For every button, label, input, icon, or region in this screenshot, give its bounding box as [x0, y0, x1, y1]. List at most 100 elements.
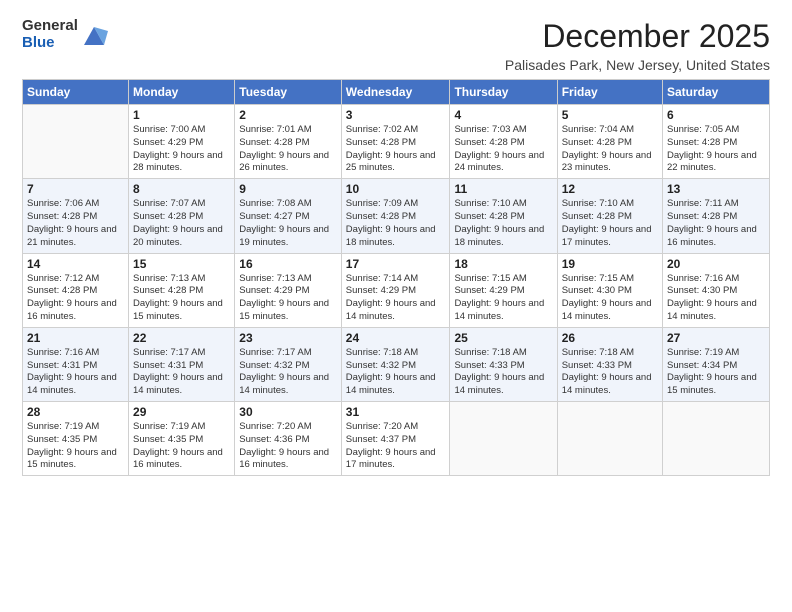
table-row: 17 Sunrise: 7:14 AMSunset: 4:29 PMDaylig… [341, 253, 450, 327]
day-number: 28 [27, 405, 124, 419]
day-info: Sunrise: 7:10 AMSunset: 4:28 PMDaylight:… [454, 198, 552, 249]
calendar-week-row: 21 Sunrise: 7:16 AMSunset: 4:31 PMDaylig… [23, 327, 770, 401]
table-row: 18 Sunrise: 7:15 AMSunset: 4:29 PMDaylig… [450, 253, 557, 327]
day-number: 4 [454, 108, 552, 122]
table-row: 29 Sunrise: 7:19 AMSunset: 4:35 PMDaylig… [129, 402, 235, 476]
day-info: Sunrise: 7:18 AMSunset: 4:33 PMDaylight:… [562, 347, 658, 398]
day-info: Sunrise: 7:15 AMSunset: 4:29 PMDaylight:… [454, 273, 552, 324]
table-row: 9 Sunrise: 7:08 AMSunset: 4:27 PMDayligh… [235, 179, 342, 253]
day-info: Sunrise: 7:16 AMSunset: 4:30 PMDaylight:… [667, 273, 765, 324]
day-number: 14 [27, 257, 124, 271]
day-number: 22 [133, 331, 230, 345]
table-row: 12 Sunrise: 7:10 AMSunset: 4:28 PMDaylig… [557, 179, 662, 253]
day-number: 1 [133, 108, 230, 122]
table-row: 24 Sunrise: 7:18 AMSunset: 4:32 PMDaylig… [341, 327, 450, 401]
table-row: 11 Sunrise: 7:10 AMSunset: 4:28 PMDaylig… [450, 179, 557, 253]
table-row: 7 Sunrise: 7:06 AMSunset: 4:28 PMDayligh… [23, 179, 129, 253]
table-row: 27 Sunrise: 7:19 AMSunset: 4:34 PMDaylig… [663, 327, 770, 401]
day-info: Sunrise: 7:18 AMSunset: 4:33 PMDaylight:… [454, 347, 552, 398]
day-info: Sunrise: 7:06 AMSunset: 4:28 PMDaylight:… [27, 198, 124, 249]
day-info: Sunrise: 7:19 AMSunset: 4:35 PMDaylight:… [27, 421, 124, 472]
table-row: 23 Sunrise: 7:17 AMSunset: 4:32 PMDaylig… [235, 327, 342, 401]
day-number: 6 [667, 108, 765, 122]
day-info: Sunrise: 7:14 AMSunset: 4:29 PMDaylight:… [346, 273, 446, 324]
day-info: Sunrise: 7:00 AMSunset: 4:29 PMDaylight:… [133, 124, 230, 175]
day-number: 12 [562, 182, 658, 196]
table-row: 2 Sunrise: 7:01 AMSunset: 4:28 PMDayligh… [235, 105, 342, 179]
col-thursday: Thursday [450, 80, 557, 105]
day-number: 15 [133, 257, 230, 271]
day-number: 9 [239, 182, 337, 196]
month-title: December 2025 [505, 18, 770, 55]
day-number: 18 [454, 257, 552, 271]
table-row: 19 Sunrise: 7:15 AMSunset: 4:30 PMDaylig… [557, 253, 662, 327]
table-row [23, 105, 129, 179]
day-number: 21 [27, 331, 124, 345]
table-row [663, 402, 770, 476]
day-number: 29 [133, 405, 230, 419]
table-row: 16 Sunrise: 7:13 AMSunset: 4:29 PMDaylig… [235, 253, 342, 327]
calendar-week-row: 7 Sunrise: 7:06 AMSunset: 4:28 PMDayligh… [23, 179, 770, 253]
day-info: Sunrise: 7:10 AMSunset: 4:28 PMDaylight:… [562, 198, 658, 249]
calendar-header-row: Sunday Monday Tuesday Wednesday Thursday… [23, 80, 770, 105]
day-info: Sunrise: 7:12 AMSunset: 4:28 PMDaylight:… [27, 273, 124, 324]
col-saturday: Saturday [663, 80, 770, 105]
logo-blue: Blue [22, 35, 78, 52]
day-number: 11 [454, 182, 552, 196]
day-number: 27 [667, 331, 765, 345]
day-number: 25 [454, 331, 552, 345]
col-wednesday: Wednesday [341, 80, 450, 105]
day-info: Sunrise: 7:11 AMSunset: 4:28 PMDaylight:… [667, 198, 765, 249]
logo-general: General [22, 18, 78, 35]
table-row: 22 Sunrise: 7:17 AMSunset: 4:31 PMDaylig… [129, 327, 235, 401]
col-monday: Monday [129, 80, 235, 105]
day-number: 24 [346, 331, 446, 345]
day-number: 2 [239, 108, 337, 122]
table-row: 15 Sunrise: 7:13 AMSunset: 4:28 PMDaylig… [129, 253, 235, 327]
day-info: Sunrise: 7:02 AMSunset: 4:28 PMDaylight:… [346, 124, 446, 175]
day-info: Sunrise: 7:03 AMSunset: 4:28 PMDaylight:… [454, 124, 552, 175]
table-row: 21 Sunrise: 7:16 AMSunset: 4:31 PMDaylig… [23, 327, 129, 401]
day-info: Sunrise: 7:19 AMSunset: 4:34 PMDaylight:… [667, 347, 765, 398]
logo-text: General Blue [22, 18, 78, 51]
table-row: 3 Sunrise: 7:02 AMSunset: 4:28 PMDayligh… [341, 105, 450, 179]
table-row: 4 Sunrise: 7:03 AMSunset: 4:28 PMDayligh… [450, 105, 557, 179]
day-number: 7 [27, 182, 124, 196]
col-tuesday: Tuesday [235, 80, 342, 105]
day-number: 23 [239, 331, 337, 345]
day-info: Sunrise: 7:17 AMSunset: 4:32 PMDaylight:… [239, 347, 337, 398]
day-number: 19 [562, 257, 658, 271]
calendar-week-row: 28 Sunrise: 7:19 AMSunset: 4:35 PMDaylig… [23, 402, 770, 476]
table-row: 10 Sunrise: 7:09 AMSunset: 4:28 PMDaylig… [341, 179, 450, 253]
day-number: 30 [239, 405, 337, 419]
page: General Blue December 2025 Palisades Par… [0, 0, 792, 612]
table-row: 14 Sunrise: 7:12 AMSunset: 4:28 PMDaylig… [23, 253, 129, 327]
day-number: 17 [346, 257, 446, 271]
day-info: Sunrise: 7:20 AMSunset: 4:36 PMDaylight:… [239, 421, 337, 472]
calendar-week-row: 1 Sunrise: 7:00 AMSunset: 4:29 PMDayligh… [23, 105, 770, 179]
table-row: 31 Sunrise: 7:20 AMSunset: 4:37 PMDaylig… [341, 402, 450, 476]
day-info: Sunrise: 7:04 AMSunset: 4:28 PMDaylight:… [562, 124, 658, 175]
day-info: Sunrise: 7:01 AMSunset: 4:28 PMDaylight:… [239, 124, 337, 175]
logo: General Blue [22, 18, 108, 51]
table-row: 1 Sunrise: 7:00 AMSunset: 4:29 PMDayligh… [129, 105, 235, 179]
table-row [450, 402, 557, 476]
day-info: Sunrise: 7:15 AMSunset: 4:30 PMDaylight:… [562, 273, 658, 324]
table-row: 25 Sunrise: 7:18 AMSunset: 4:33 PMDaylig… [450, 327, 557, 401]
day-info: Sunrise: 7:17 AMSunset: 4:31 PMDaylight:… [133, 347, 230, 398]
table-row: 28 Sunrise: 7:19 AMSunset: 4:35 PMDaylig… [23, 402, 129, 476]
table-row: 13 Sunrise: 7:11 AMSunset: 4:28 PMDaylig… [663, 179, 770, 253]
calendar: Sunday Monday Tuesday Wednesday Thursday… [22, 79, 770, 476]
table-row: 8 Sunrise: 7:07 AMSunset: 4:28 PMDayligh… [129, 179, 235, 253]
table-row: 20 Sunrise: 7:16 AMSunset: 4:30 PMDaylig… [663, 253, 770, 327]
table-row: 6 Sunrise: 7:05 AMSunset: 4:28 PMDayligh… [663, 105, 770, 179]
table-row: 26 Sunrise: 7:18 AMSunset: 4:33 PMDaylig… [557, 327, 662, 401]
day-info: Sunrise: 7:09 AMSunset: 4:28 PMDaylight:… [346, 198, 446, 249]
day-number: 10 [346, 182, 446, 196]
day-info: Sunrise: 7:05 AMSunset: 4:28 PMDaylight:… [667, 124, 765, 175]
day-info: Sunrise: 7:18 AMSunset: 4:32 PMDaylight:… [346, 347, 446, 398]
day-number: 8 [133, 182, 230, 196]
table-row: 30 Sunrise: 7:20 AMSunset: 4:36 PMDaylig… [235, 402, 342, 476]
day-number: 16 [239, 257, 337, 271]
calendar-week-row: 14 Sunrise: 7:12 AMSunset: 4:28 PMDaylig… [23, 253, 770, 327]
